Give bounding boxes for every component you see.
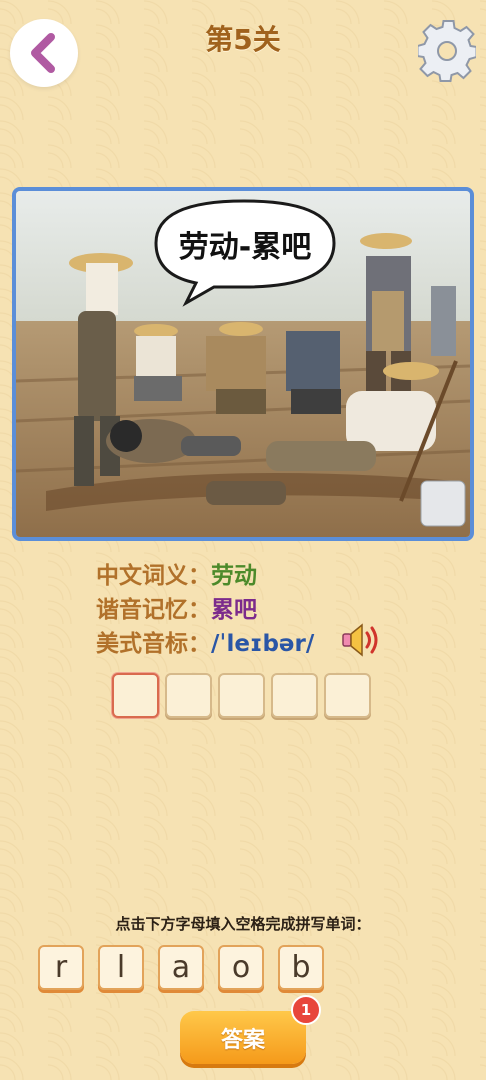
answer-button[interactable]: 答案 xyxy=(180,1011,306,1064)
letter-tile[interactable]: a xyxy=(158,945,204,990)
letter-slot[interactable] xyxy=(112,673,159,718)
gear-icon[interactable] xyxy=(418,20,476,82)
hint-count-badge: 1 xyxy=(291,995,321,1025)
letter-tile[interactable]: l xyxy=(98,945,144,990)
letter-slot[interactable] xyxy=(165,673,212,718)
phonetic-value: /ˈleɪbər/ xyxy=(211,631,315,657)
letter-tile[interactable]: o xyxy=(218,945,264,990)
letter-slot[interactable] xyxy=(324,673,371,718)
illustration-frame: 劳动-累吧 xyxy=(12,187,474,541)
speech-bubble-text: 劳动-累吧 xyxy=(179,230,311,265)
meaning-label: 中文词义： xyxy=(96,563,211,589)
meaning-row: 中文词义：劳动 xyxy=(96,556,257,590)
meaning-value: 劳动 xyxy=(211,563,257,589)
letter-tile[interactable]: b xyxy=(278,945,324,990)
workers-illustration: 劳动-累吧 xyxy=(16,191,470,537)
letter-tile[interactable]: r xyxy=(38,945,84,990)
mnemonic-label: 谐音记忆： xyxy=(96,597,211,623)
mnemonic-row: 谐音记忆：累吧 xyxy=(96,590,257,624)
letter-tiles: r l a o b xyxy=(38,945,324,990)
speaker-icon[interactable] xyxy=(340,621,386,659)
letter-slot[interactable] xyxy=(218,673,265,718)
phonetic-row: 美式音标：/ˈleɪbər/ xyxy=(96,624,314,658)
letter-slot[interactable] xyxy=(271,673,318,718)
level-title: 第5关 xyxy=(205,23,281,56)
mnemonic-value: 累吧 xyxy=(211,597,257,623)
instruction-text: 点击下方字母填入空格完成拼写单词： xyxy=(115,915,371,933)
answer-slots xyxy=(112,673,371,718)
phonetic-label: 美式音标： xyxy=(96,631,211,657)
